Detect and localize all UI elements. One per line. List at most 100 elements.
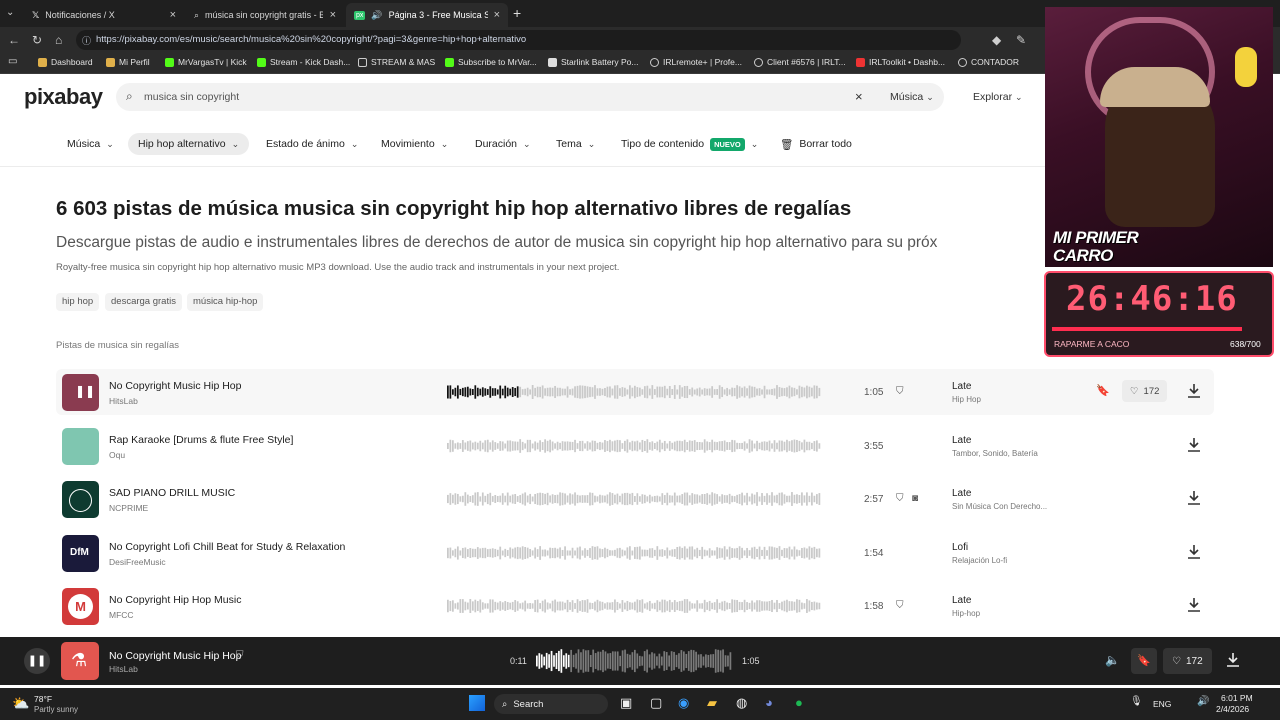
- download-icon[interactable]: [1187, 490, 1201, 506]
- spotify-icon[interactable]: ●: [795, 695, 803, 710]
- task-view-icon[interactable]: ▢: [650, 695, 662, 711]
- track-row[interactable]: DfM No Copyright Lofi Chill Beat for Stu…: [56, 530, 1214, 576]
- filter-estado-de-animo[interactable]: Estado de ánimo ⌄: [256, 133, 368, 155]
- download-icon[interactable]: [1187, 383, 1201, 399]
- weather-temp[interactable]: 78°F: [34, 694, 52, 704]
- bookmark-item[interactable]: IRLremote+ | Profe...: [650, 57, 742, 67]
- track-title[interactable]: SAD PIANO DRILL MUSIC: [109, 487, 235, 499]
- reload-icon[interactable]: ↻: [32, 33, 42, 47]
- app-icon[interactable]: ◍: [736, 695, 747, 711]
- bookmark-item[interactable]: Dashboard: [38, 57, 93, 67]
- home-icon[interactable]: ⌂: [55, 33, 62, 47]
- clock-time[interactable]: 6:01 PM: [1221, 693, 1253, 703]
- track-artist[interactable]: NCPRIME: [109, 503, 148, 513]
- track-mood[interactable]: Late: [952, 435, 971, 446]
- download-icon[interactable]: [1187, 544, 1201, 560]
- track-genre[interactable]: Sin Música Con Derecho...: [952, 502, 1047, 511]
- volume-icon[interactable]: 🔊: [1197, 696, 1209, 707]
- filter-musica[interactable]: Música ⌄: [57, 133, 124, 155]
- close-tab-icon[interactable]: ×: [494, 9, 500, 21]
- track-thumbnail[interactable]: [62, 428, 99, 465]
- menu-icon[interactable]: ▭: [8, 56, 17, 67]
- weather-text[interactable]: Partly sunny: [34, 705, 78, 714]
- back-icon[interactable]: ←: [8, 33, 20, 47]
- bookmark-item[interactable]: IRLToolkit • Dashb...: [856, 57, 945, 67]
- player-title[interactable]: No Copyright Music Hip Hop: [109, 650, 241, 662]
- bookmark-item[interactable]: CONTADOR: [958, 57, 1019, 67]
- discord-icon[interactable]: ◕: [765, 695, 773, 710]
- track-genre[interactable]: Tambor, Sonido, Batería: [952, 449, 1038, 458]
- track-waveform[interactable]: [447, 385, 821, 399]
- track-waveform[interactable]: [447, 599, 821, 613]
- track-genre[interactable]: Hip-hop: [952, 609, 980, 618]
- bookmark-item[interactable]: Subscribe to MrVar...: [445, 57, 537, 67]
- edge-icon[interactable]: ◉: [678, 695, 689, 711]
- track-artist[interactable]: Oqu: [109, 450, 125, 460]
- player-like-button[interactable]: ♡ 172: [1163, 648, 1212, 674]
- tab-busqueda[interactable]: ⌕ música sin copyright gratis - Búsq ×: [186, 3, 344, 27]
- tag-chip[interactable]: música hip-hop: [187, 293, 264, 311]
- windows-start-icon[interactable]: [469, 695, 485, 711]
- folder-icon[interactable]: ▰: [707, 695, 717, 711]
- close-tab-icon[interactable]: ×: [330, 9, 336, 21]
- tab-pixabay[interactable]: px 🔊 Página 3 - Free Musica Sin Co ×: [346, 3, 508, 27]
- bookmark-item[interactable]: STREAM & MAS: [358, 57, 435, 67]
- clock-date[interactable]: 2/4/2026: [1216, 704, 1249, 714]
- download-icon[interactable]: [1187, 597, 1201, 613]
- track-waveform[interactable]: [447, 492, 821, 506]
- track-thumbnail[interactable]: M: [62, 588, 99, 625]
- track-mood[interactable]: Late: [952, 488, 971, 499]
- track-waveform[interactable]: [447, 439, 821, 453]
- filter-duracion[interactable]: Duración ⌄: [465, 133, 541, 155]
- extension-icon[interactable]: ✎: [1016, 33, 1026, 47]
- filter-tema[interactable]: Tema ⌄: [546, 133, 605, 155]
- bookmark-item[interactable]: Stream - Kick Dash...: [257, 57, 350, 67]
- close-tab-icon[interactable]: ×: [170, 9, 176, 21]
- explore-menu[interactable]: Explorar ⌄: [973, 91, 1023, 103]
- track-artist[interactable]: HitsLab: [109, 396, 138, 406]
- bookmark-icon[interactable]: 🔖: [1096, 384, 1110, 397]
- pixabay-logo[interactable]: pixabay: [24, 84, 103, 110]
- track-mood[interactable]: Late: [952, 381, 971, 392]
- track-thumbnail[interactable]: [62, 481, 99, 518]
- pause-button[interactable]: ❚❚: [24, 648, 50, 674]
- tab-list-chevron-icon[interactable]: ⌄: [6, 7, 14, 18]
- download-icon[interactable]: [1226, 652, 1240, 668]
- track-waveform[interactable]: [447, 546, 821, 560]
- clear-search-icon[interactable]: ×: [855, 89, 863, 104]
- url-input[interactable]: ⓘ https://pixabay.com/es/music/search/mu…: [76, 30, 961, 50]
- track-genre[interactable]: Hip Hop: [952, 395, 981, 404]
- filter-hip-hop-alternativo[interactable]: Hip hop alternativo ⌄: [128, 133, 250, 155]
- app-icon[interactable]: ▣: [620, 695, 632, 711]
- taskbar-search[interactable]: ⌕ Search: [494, 694, 608, 714]
- track-thumbnail[interactable]: DfM: [62, 535, 99, 572]
- tab-notificaciones[interactable]: 𝕏 Notificaciones / X ×: [24, 3, 184, 27]
- clear-all-button[interactable]: 🗑 Borrar todo: [770, 133, 862, 155]
- volume-icon[interactable]: 🔈: [1105, 653, 1120, 667]
- bookmark-item[interactable]: Client #6576 | IRLT...: [754, 57, 846, 67]
- track-artist[interactable]: MFCC: [109, 610, 134, 620]
- extension-icon[interactable]: ◆: [992, 33, 1001, 47]
- media-type-select[interactable]: Música ⌄: [890, 91, 934, 103]
- search-input[interactable]: musica sin copyright: [144, 91, 239, 103]
- track-title[interactable]: No Copyright Lofi Chill Beat for Study &…: [109, 541, 345, 553]
- like-button[interactable]: ♡ 172: [1122, 380, 1168, 402]
- track-row[interactable]: ❚❚ No Copyright Music Hip Hop HitsLab 1:…: [56, 369, 1214, 415]
- microphone-icon[interactable]: 🎙: [1130, 696, 1143, 707]
- track-mood[interactable]: Lofi: [952, 542, 968, 553]
- download-icon[interactable]: [1187, 437, 1201, 453]
- track-row[interactable]: SAD PIANO DRILL MUSIC NCPRIME 2:57 ⛉ ◙ L…: [56, 476, 1214, 522]
- language-indicator[interactable]: ENG: [1153, 699, 1171, 709]
- track-thumbnail[interactable]: ❚❚: [62, 374, 99, 411]
- track-row[interactable]: M No Copyright Hip Hop Music MFCC 1:58 ⛉…: [56, 583, 1214, 629]
- filter-tipo-de-contenido[interactable]: Tipo de contenido NUEVO ⌄: [611, 133, 768, 155]
- track-artist[interactable]: DesiFreeMusic: [109, 557, 166, 567]
- track-title[interactable]: No Copyright Music Hip Hop: [109, 380, 241, 392]
- player-artist[interactable]: HitsLab: [109, 664, 138, 674]
- track-title[interactable]: No Copyright Hip Hop Music: [109, 594, 241, 606]
- track-genre[interactable]: Relajación Lo-fi: [952, 556, 1007, 565]
- player-waveform[interactable]: [536, 649, 732, 673]
- bookmark-item[interactable]: Starlink Battery Po...: [548, 57, 638, 67]
- tag-chip[interactable]: descarga gratis: [105, 293, 182, 311]
- bookmark-item[interactable]: MrVargasTv | Kick: [165, 57, 247, 67]
